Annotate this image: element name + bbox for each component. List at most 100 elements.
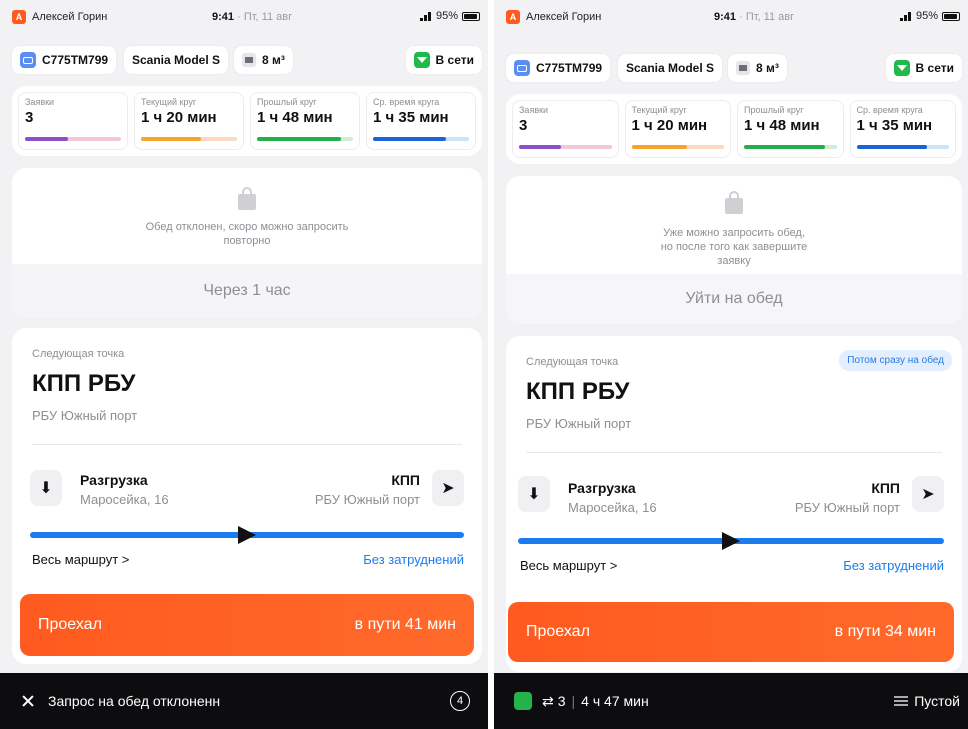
system-indicators: 95% <box>419 10 480 22</box>
lunch-message: Уже можно запросить обед, но после того … <box>660 227 808 267</box>
notification-bar: Запрос на обед отклоненн 4 <box>0 673 488 729</box>
stat-progress <box>631 145 724 149</box>
stat-progress <box>373 137 469 141</box>
vehicle-bar: С775ТМ799 Scania Model S 8 м³ В сети <box>506 54 962 82</box>
passed-button[interactable]: Проехал в пути 34 мин <box>508 602 954 662</box>
shift-bar: ⇄ 3 | 4 ч 47 мин Пустой <box>494 673 968 729</box>
stat-value: 3 <box>519 117 528 134</box>
stat-progress <box>141 137 237 141</box>
online-icon <box>413 52 430 68</box>
online-status-chip[interactable]: В сети <box>405 46 482 74</box>
to-name: КПП <box>871 480 900 496</box>
plate-chip[interactable]: С775ТМ799 <box>12 46 117 74</box>
lunch-card: Уже можно запросить обед, но после того … <box>506 176 962 324</box>
volume-chip[interactable]: 8 м³ <box>728 54 787 82</box>
passed-label: Проехал <box>526 623 590 640</box>
stat-value: 1 ч 20 мин <box>631 117 708 134</box>
car-icon <box>514 60 530 76</box>
user-badge: А Алексей Горин <box>506 10 601 24</box>
vehicle-status[interactable]: Пустой <box>894 673 960 729</box>
left-screen: А Алексей Горин 9:41 · Пт, 11 авг 95% С7… <box>0 0 488 729</box>
stat-previous-lap[interactable]: Прошлый круг 1 ч 48 мин <box>250 92 360 150</box>
model-chip[interactable]: Scania Model S <box>124 46 229 74</box>
stat-label: Ср. время круга <box>373 97 440 107</box>
stat-value: 1 ч 35 мин <box>856 117 933 134</box>
lunch-card: Обед отклонен, скоро можно запросить пов… <box>12 168 482 318</box>
passed-label: Проехал <box>38 616 102 633</box>
car-icon <box>20 52 36 68</box>
vehicle-marker-icon <box>238 526 256 544</box>
passed-button[interactable]: Проехал в пути 41 мин <box>20 594 474 656</box>
system-indicators: 95% <box>899 10 960 22</box>
stat-label: Заявки <box>25 97 55 107</box>
from-address: Маросейка, 16 <box>80 492 169 507</box>
stat-current-lap[interactable]: Текущий круг 1 ч 20 мин <box>134 92 244 150</box>
online-label: В сети <box>915 61 954 75</box>
model-chip[interactable]: Scania Model S <box>618 54 723 82</box>
stat-value: 1 ч 48 мин <box>257 109 333 126</box>
plate-number: С775ТМ799 <box>536 61 603 75</box>
stat-value: 3 <box>25 109 34 126</box>
stat-current-lap[interactable]: Текущий круг 1 ч 20 мин <box>624 100 731 158</box>
navigate-icon[interactable]: ➤ <box>432 470 464 506</box>
lock-icon <box>725 191 743 214</box>
cycle-count: 3 <box>557 693 566 709</box>
menu-icon <box>894 696 909 706</box>
online-icon <box>893 60 910 76</box>
cargo-icon <box>242 53 256 67</box>
eta-label: в пути 34 мин <box>834 623 936 640</box>
clock: 9:41 · Пт, 11 авг <box>714 11 794 23</box>
divider <box>526 452 942 453</box>
time: 9:41 <box>714 11 737 23</box>
stat-value: 1 ч 20 мин <box>141 109 217 126</box>
status-bar: А Алексей Горин 9:41 · Пт, 11 авг 95% <box>506 8 960 30</box>
from-address: Маросейка, 16 <box>568 500 657 515</box>
shift-icon <box>514 692 532 710</box>
unload-icon[interactable]: ⬇ <box>518 476 550 512</box>
next-point-card: Следующая точка КПП РБУ РБУ Южный порт ⬇… <box>12 328 482 664</box>
online-label: В сети <box>435 53 474 67</box>
date: · Пт, 11 авг <box>739 11 795 23</box>
stat-previous-lap[interactable]: Прошлый круг 1 ч 48 мин <box>737 100 844 158</box>
lunch-button[interactable]: Уйти на обед <box>506 274 962 324</box>
from-name: Разгрузка <box>80 472 148 488</box>
signal-icon <box>419 11 432 21</box>
cycle-icon: ⇄ <box>542 692 554 709</box>
whole-route-link[interactable]: Весь маршрут > <box>520 558 617 573</box>
cargo-volume: 8 м³ <box>756 61 779 75</box>
stat-label: Текущий круг <box>141 97 197 107</box>
avatar: А <box>506 10 520 24</box>
date: · Пт, 11 авг <box>237 11 293 23</box>
stat-progress <box>744 145 837 149</box>
right-screen: А Алексей Горин 9:41 · Пт, 11 авг 95% С7… <box>494 0 968 729</box>
stat-progress <box>519 145 612 149</box>
unload-icon[interactable]: ⬇ <box>30 470 62 506</box>
to-address: РБУ Южный порт <box>314 492 420 507</box>
battery-icon <box>462 11 480 21</box>
stat-average-lap[interactable]: Ср. время круга 1 ч 35 мин <box>366 92 476 150</box>
route-progress <box>518 532 944 550</box>
notification-count[interactable]: 4 <box>450 691 470 711</box>
stat-value: 1 ч 35 мин <box>373 109 449 126</box>
user-name: Алексей Горин <box>526 11 602 23</box>
time: 9:41 <box>212 11 235 23</box>
volume-chip[interactable]: 8 м³ <box>234 46 293 74</box>
plate-chip[interactable]: С775ТМ799 <box>506 54 611 82</box>
navigate-icon[interactable]: ➤ <box>912 476 944 512</box>
lunch-denied-icon <box>20 693 36 709</box>
next-point-subtitle: РБУ Южный порт <box>526 416 632 431</box>
stat-label: Текущий круг <box>631 105 687 115</box>
stat-value: 1 ч 48 мин <box>744 117 820 134</box>
stat-requests[interactable]: Заявки 3 <box>18 92 128 150</box>
stat-requests[interactable]: Заявки 3 <box>512 100 619 158</box>
lunch-button[interactable]: Через 1 час <box>12 264 482 318</box>
user-badge: А Алексей Горин <box>12 10 107 24</box>
stat-average-lap[interactable]: Ср. время круга 1 ч 35 мин <box>849 100 956 158</box>
battery-percent: 95% <box>915 10 938 22</box>
lunch-after-badge: Потом сразу на обед <box>839 350 952 371</box>
next-point-card: Следующая точка Потом сразу на обед КПП … <box>506 336 962 672</box>
clock: 9:41 · Пт, 11 авг <box>212 11 292 23</box>
lock-icon <box>238 187 256 210</box>
whole-route-link[interactable]: Весь маршрут > <box>32 552 129 567</box>
online-status-chip[interactable]: В сети <box>885 54 962 82</box>
